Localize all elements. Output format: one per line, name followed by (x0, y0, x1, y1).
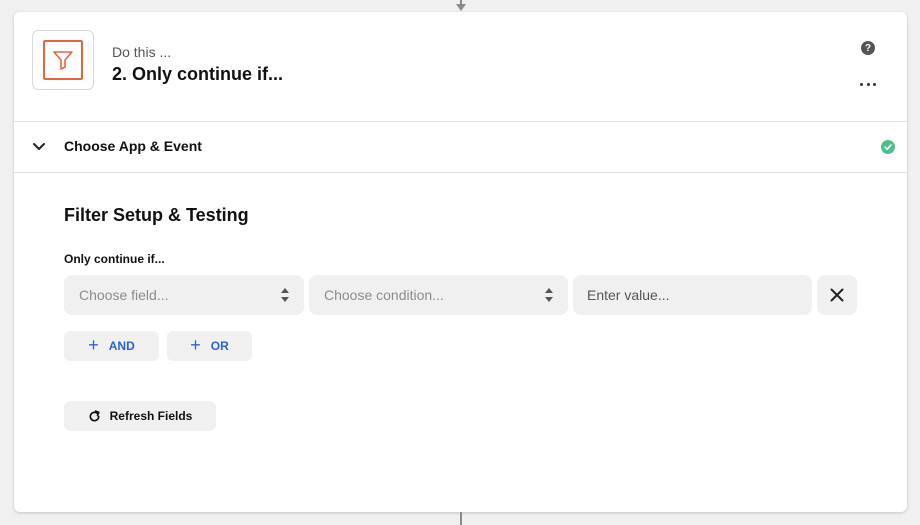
connector-arrow-icon (456, 4, 466, 11)
refresh-fields-label: Refresh Fields (109, 409, 193, 423)
sort-arrows-icon (545, 288, 553, 302)
step-pre-title: Do this ... (112, 44, 172, 60)
step-card: Do this ... 2. Only continue if... ? Cho… (14, 12, 907, 512)
plus-icon: + (88, 335, 99, 355)
connector-line-bottom (460, 512, 462, 525)
close-icon (830, 288, 844, 302)
app-icon-box (32, 30, 94, 90)
chevron-down-icon (33, 143, 45, 150)
help-icon[interactable]: ? (861, 41, 875, 55)
step-header: Do this ... 2. Only continue if... ? (14, 12, 907, 122)
filter-setup-panel: Filter Setup & Testing Only continue if.… (14, 173, 907, 511)
filter-condition-label: Only continue if... (64, 252, 165, 266)
choose-app-event-section[interactable]: Choose App & Event (14, 122, 907, 173)
step-title: 2. Only continue if... (112, 64, 284, 84)
section-label: Choose App & Event (64, 138, 202, 154)
value-input[interactable] (573, 275, 812, 315)
remove-condition-button[interactable] (817, 275, 857, 315)
choose-field-select[interactable]: Choose field... (64, 275, 304, 315)
filter-icon (43, 40, 83, 80)
refresh-fields-button[interactable]: Refresh Fields (64, 401, 216, 431)
choose-field-placeholder: Choose field... (79, 287, 169, 303)
choose-condition-placeholder: Choose condition... (324, 287, 444, 303)
sort-arrows-icon (281, 288, 289, 302)
refresh-icon (89, 409, 100, 422)
and-label: AND (108, 339, 135, 353)
or-label: OR (210, 339, 229, 353)
add-or-condition-button[interactable]: + OR (167, 331, 252, 361)
plus-icon: + (190, 335, 201, 355)
choose-condition-select[interactable]: Choose condition... (309, 275, 568, 315)
add-and-condition-button[interactable]: + AND (64, 331, 159, 361)
more-options-icon[interactable] (860, 77, 876, 91)
check-circle-icon (881, 140, 895, 154)
filter-heading: Filter Setup & Testing (64, 205, 249, 225)
